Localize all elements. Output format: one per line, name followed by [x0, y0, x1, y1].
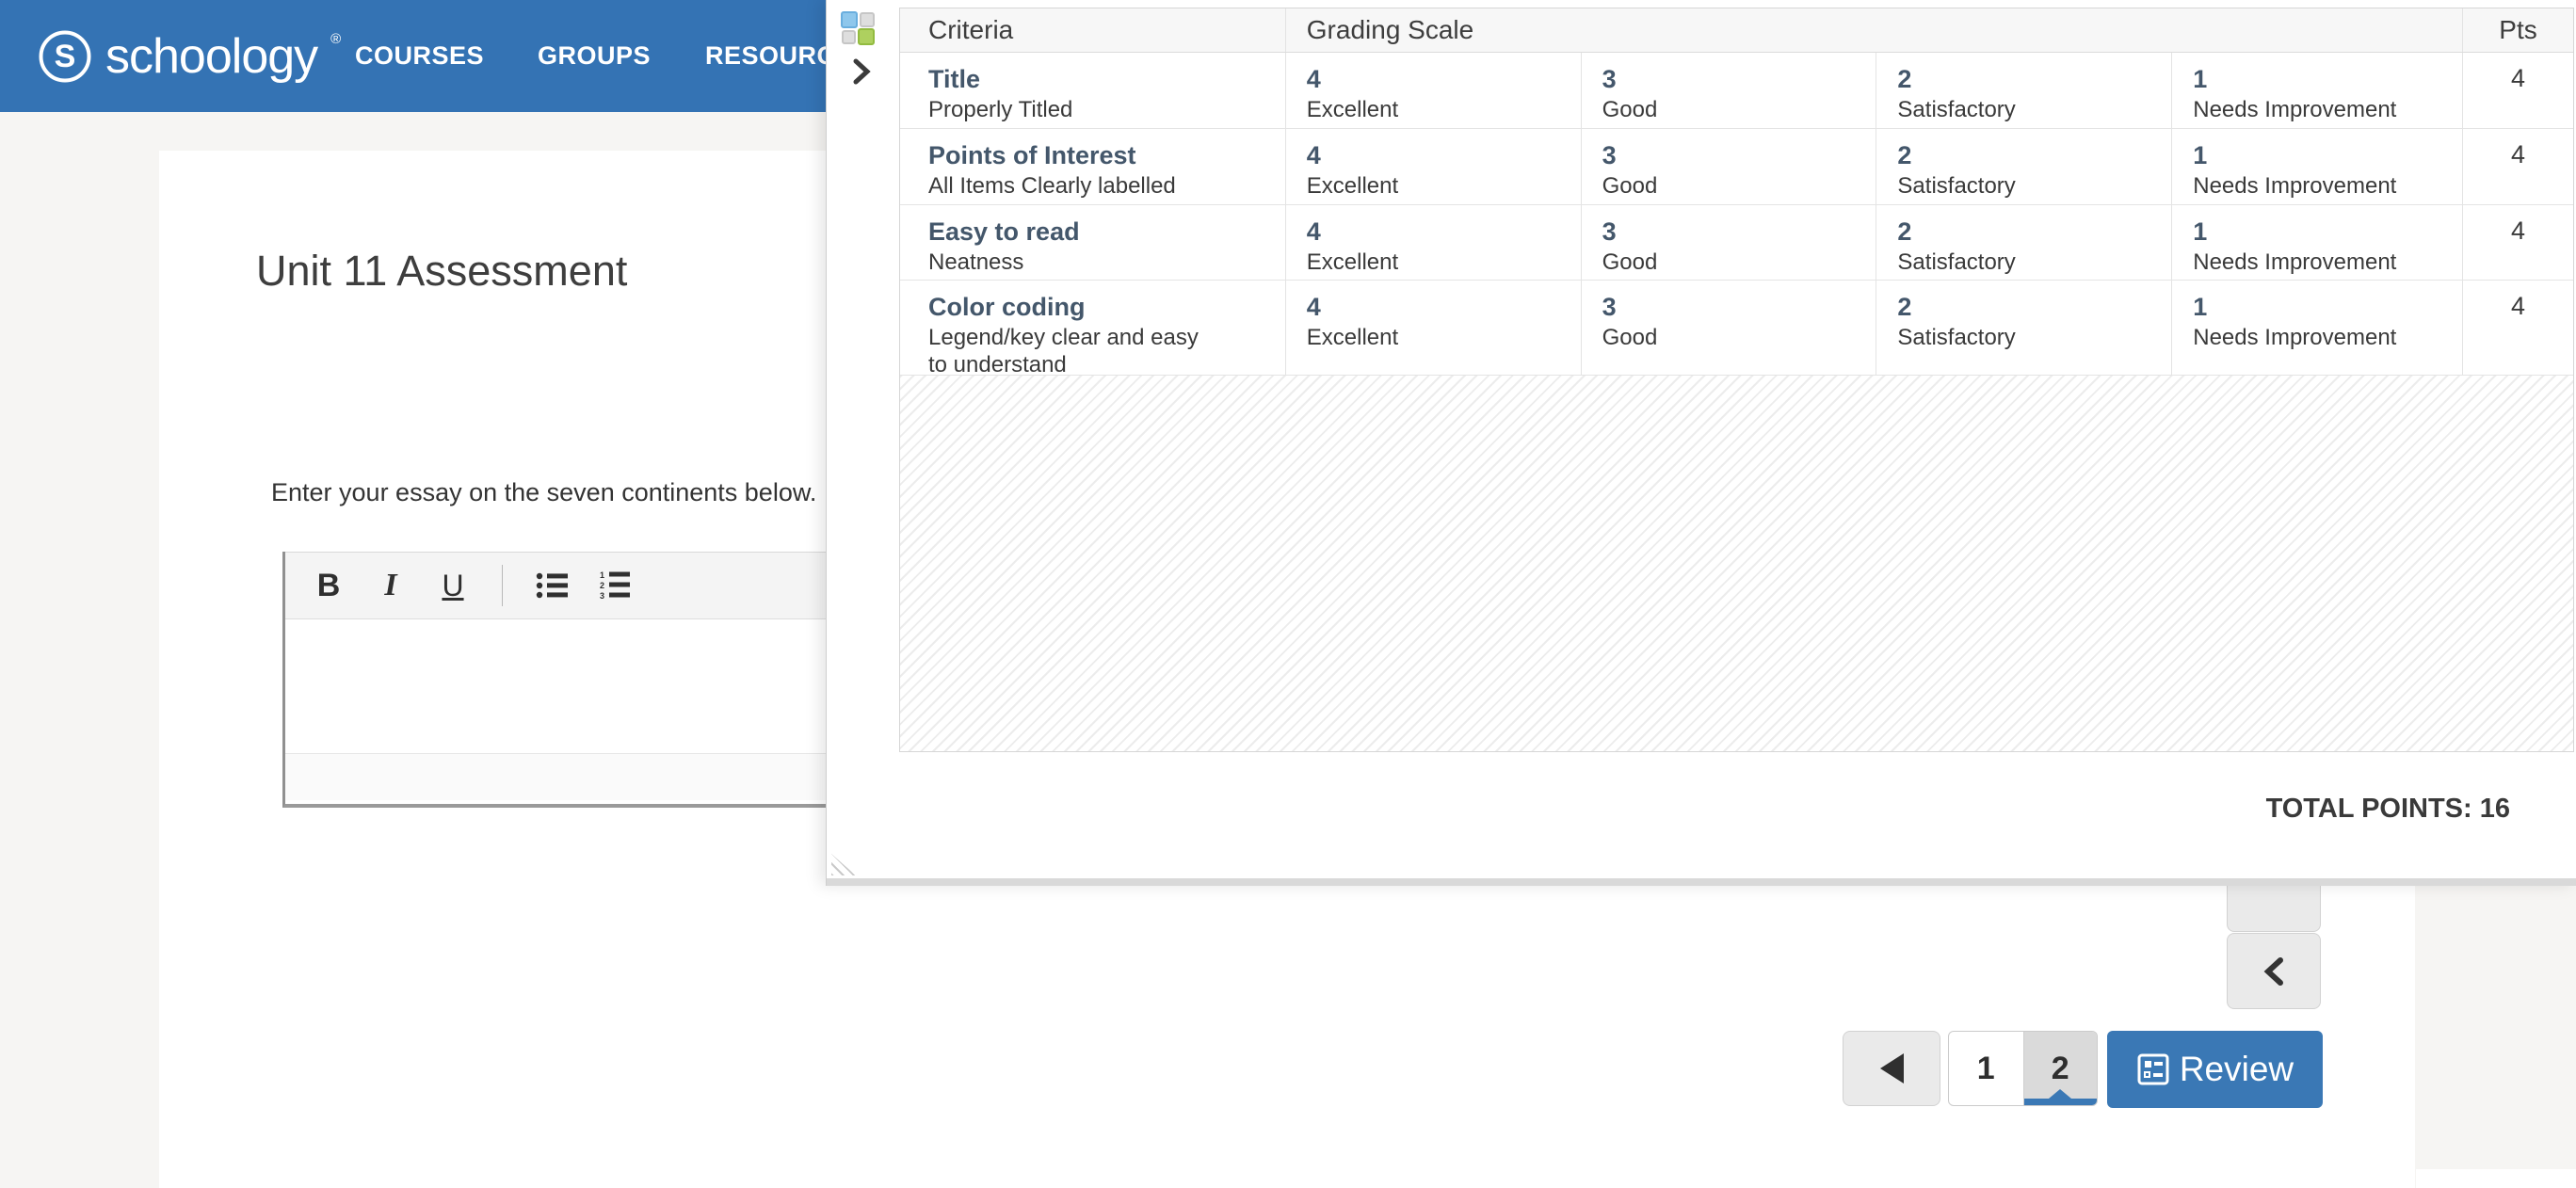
- previous-page-button[interactable]: [1843, 1031, 1940, 1106]
- bullet-list-icon[interactable]: [527, 559, 576, 612]
- criterion-title: Easy to read: [928, 215, 1266, 249]
- review-rubric-icon: [2136, 1052, 2170, 1086]
- rubric-points: 4: [2462, 129, 2573, 204]
- svg-text:S: S: [55, 39, 76, 74]
- rubric-points: 4: [2462, 205, 2573, 280]
- rubric-row-title: Title Properly Titled 4Excellent 3Good 2…: [900, 53, 2573, 129]
- brand-registered-mark: ®: [330, 31, 341, 47]
- rubric-cell-satisfactory: 2Satisfactory: [1876, 281, 2171, 375]
- question-prompt: Enter your essay on the seven continents…: [271, 478, 816, 507]
- chevron-right-icon: [852, 57, 871, 86]
- rubric-header-row: Criteria Grading Scale Pts: [900, 8, 2573, 53]
- rubric-cell-excellent: 4Excellent: [1285, 129, 1581, 204]
- rubric-row-color-coding: Color coding Legend/key clear and easy t…: [900, 281, 2573, 376]
- rubric-cell-excellent: 4Excellent: [1285, 205, 1581, 280]
- page-bottom-corner: [2416, 1169, 2576, 1188]
- criterion-description: All Items Clearly labelled: [928, 172, 1266, 200]
- rubric-cell-excellent: 4Excellent: [1285, 281, 1581, 375]
- criterion-description: Neatness: [928, 249, 1266, 276]
- rubric-cell-needs-improvement: 1Needs Improvement: [2171, 129, 2462, 204]
- grading-scale-header: Grading Scale: [1285, 8, 2462, 52]
- rubric-cell-needs-improvement: 1Needs Improvement: [2171, 53, 2462, 128]
- toolbar-separator: [502, 565, 503, 606]
- schoology-logo[interactable]: S schoology ®: [38, 0, 341, 112]
- rubric-row-points-of-interest: Points of Interest All Items Clearly lab…: [900, 129, 2573, 205]
- rubric-cell-good: 3Good: [1581, 281, 1876, 375]
- open-sidebar-button[interactable]: [2227, 933, 2321, 1009]
- italic-button[interactable]: I: [366, 559, 415, 612]
- rubric-cell-good: 3Good: [1581, 205, 1876, 280]
- left-triangle-icon: [1880, 1053, 1904, 1084]
- page-button-2[interactable]: 2: [2023, 1032, 2098, 1105]
- rubric-points: 4: [2462, 53, 2573, 128]
- rubric-table: Criteria Grading Scale Pts Title Properl…: [899, 8, 2574, 752]
- brand-name: schoology: [105, 28, 317, 85]
- page-title: Unit 11 Assessment: [256, 247, 627, 296]
- rubric-cell-good: 3Good: [1581, 53, 1876, 128]
- criterion-description: Legend/key clear and easy to understand: [928, 324, 1211, 378]
- rubric-grid-icon: [841, 11, 877, 45]
- bold-button[interactable]: B: [304, 559, 353, 612]
- page-button-1[interactable]: 1: [1949, 1032, 2023, 1105]
- nav-item-groups[interactable]: GROUPS: [538, 0, 651, 112]
- review-label: Review: [2180, 1050, 2294, 1089]
- panel-resize-handle[interactable]: [831, 854, 856, 875]
- page-selector: 1 2: [1948, 1031, 2098, 1106]
- panel-bottom-edge: [827, 878, 2576, 886]
- rubric-cell-needs-improvement: 1Needs Improvement: [2171, 205, 2462, 280]
- rubric-cell-satisfactory: 2Satisfactory: [1876, 53, 2171, 128]
- svg-text:2: 2: [600, 581, 604, 590]
- rubric-cell-satisfactory: 2Satisfactory: [1876, 205, 2171, 280]
- rubric-empty-hatch: [900, 376, 2573, 751]
- criterion-title: Color coding: [928, 290, 1266, 324]
- rubric-overlay-panel: Criteria Grading Scale Pts Title Properl…: [826, 0, 2576, 886]
- underline-button[interactable]: U: [428, 559, 477, 612]
- criterion-title: Title: [928, 62, 1266, 96]
- rubric-row-easy-to-read: Easy to read Neatness 4Excellent 3Good 2…: [900, 205, 2573, 281]
- criterion-title: Points of Interest: [928, 138, 1266, 172]
- rubric-cell-satisfactory: 2Satisfactory: [1876, 129, 2171, 204]
- chevron-left-icon: [2263, 956, 2284, 987]
- nav-item-courses[interactable]: COURSES: [355, 0, 484, 112]
- svg-text:1: 1: [600, 570, 604, 580]
- collapse-rubric-button[interactable]: [845, 55, 877, 88]
- rubric-points: 4: [2462, 281, 2573, 375]
- criterion-description: Properly Titled: [928, 96, 1266, 123]
- rubric-cell-needs-improvement: 1Needs Improvement: [2171, 281, 2462, 375]
- svg-text:3: 3: [600, 591, 604, 601]
- schoology-s-icon: S: [38, 29, 92, 84]
- pts-header: Pts: [2462, 8, 2573, 52]
- screen: S schoology ® COURSES GROUPS RESOURCES U…: [0, 0, 2576, 1188]
- review-button[interactable]: Review: [2107, 1031, 2323, 1108]
- numbered-list-icon[interactable]: 1 2 3: [589, 559, 638, 612]
- total-points: TOTAL POINTS: 16: [2266, 794, 2510, 825]
- rubric-cell-excellent: 4Excellent: [1285, 53, 1581, 128]
- criteria-header: Criteria: [900, 8, 1285, 52]
- rubric-cell-good: 3Good: [1581, 129, 1876, 204]
